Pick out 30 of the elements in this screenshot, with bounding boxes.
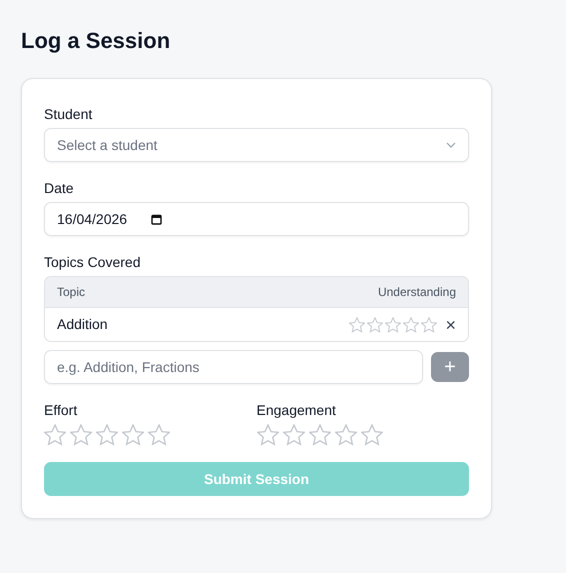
calendar-icon — [151, 214, 162, 225]
star-icon[interactable] — [282, 424, 304, 446]
date-field[interactable]: 16/04/2026 — [44, 202, 469, 236]
star-icon[interactable] — [421, 316, 438, 333]
star-icon[interactable] — [148, 424, 170, 446]
student-select[interactable]: Select a student — [44, 128, 469, 162]
star-icon[interactable] — [44, 424, 66, 446]
star-icon[interactable] — [122, 424, 144, 446]
star-icon[interactable] — [403, 316, 420, 333]
field-label: Effort — [44, 401, 78, 420]
page-title: Log a Session — [21, 28, 172, 54]
field-label: Date — [44, 179, 74, 198]
field-label: Engagement — [256, 401, 336, 420]
star-icon[interactable] — [256, 424, 278, 446]
field-label: Student — [44, 105, 92, 124]
field-label: Topics Covered — [44, 253, 140, 272]
star-icon[interactable] — [367, 316, 384, 333]
column-header: Topic — [57, 284, 86, 302]
chevron-down-icon — [446, 142, 456, 148]
star-icon[interactable] — [349, 316, 366, 333]
star-icon[interactable] — [70, 424, 92, 446]
star-icon[interactable] — [385, 316, 402, 333]
star-icon[interactable] — [96, 424, 118, 446]
star-icon[interactable] — [308, 424, 330, 446]
topic-input[interactable]: e.g. Addition, Fractions — [44, 350, 423, 384]
star-icon[interactable] — [360, 424, 382, 446]
topic-name: Addition — [57, 315, 108, 334]
star-icon[interactable] — [334, 424, 356, 446]
column-header: Understanding — [378, 284, 456, 302]
remove-button[interactable]: × — [445, 316, 456, 334]
